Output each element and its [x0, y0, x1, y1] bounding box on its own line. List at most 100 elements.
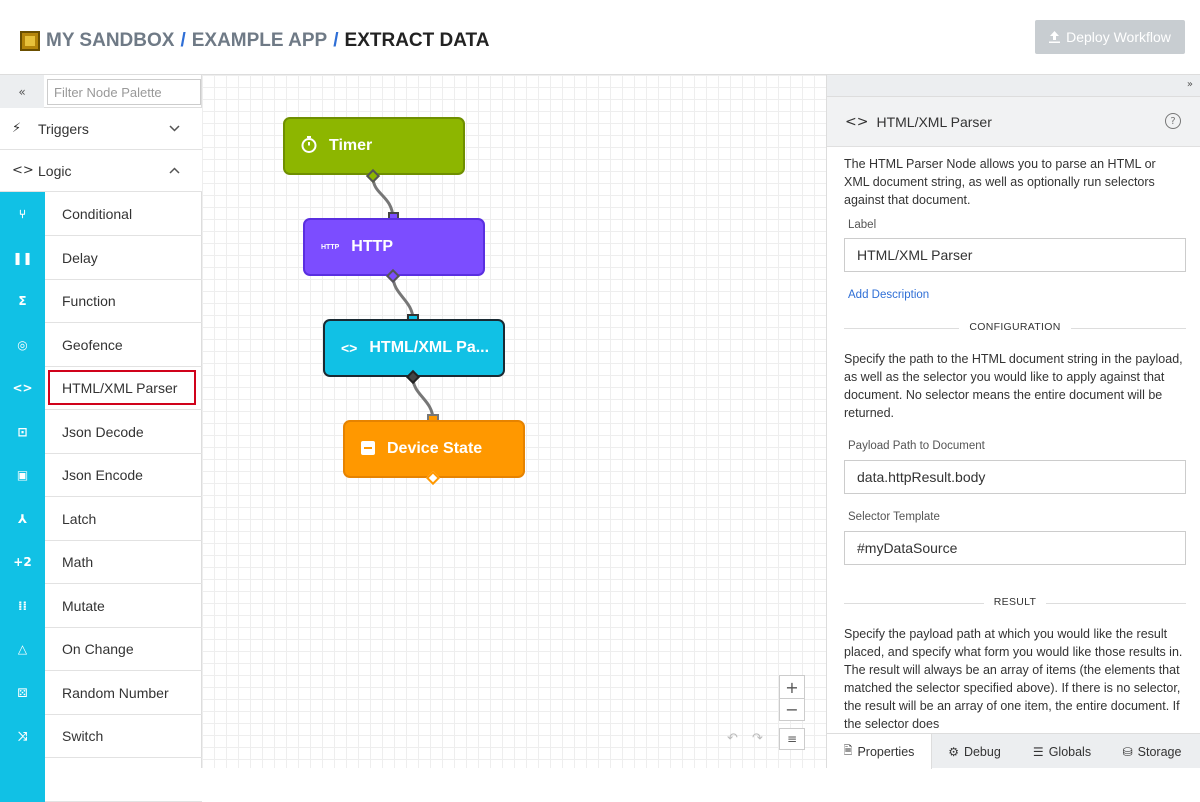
palette-item-label: On Change	[62, 641, 134, 657]
palette-item-partial	[0, 758, 202, 802]
palette-item-label: Json Encode	[62, 467, 143, 483]
chevron-down-icon	[169, 122, 180, 135]
payload-path-field[interactable]	[844, 460, 1186, 494]
double-chevron-left-icon: «	[18, 84, 26, 99]
crosshair-icon: ◎	[0, 323, 45, 367]
category-logic[interactable]: <> Logic	[0, 150, 202, 192]
breadcrumb-separator: /	[333, 30, 339, 51]
properties-panel: » <> HTML/XML Parser ? The HTML Parser N…	[826, 75, 1200, 769]
code-icon: <>	[0, 366, 45, 410]
undo-icon[interactable]: ↶	[727, 731, 738, 746]
workflow-node-label: HTTP	[351, 238, 394, 255]
result-text: Specify the payload path at which you wo…	[844, 627, 1183, 731]
redo-icon[interactable]: ↷	[752, 731, 763, 746]
palette-item-math[interactable]: +2 Math	[0, 540, 202, 584]
document-icon: 🗎	[843, 745, 853, 757]
breadcrumb-sandbox[interactable]: MY SANDBOX	[46, 30, 174, 51]
latch-icon: ⅄	[0, 497, 45, 541]
configuration-heading: CONFIGURATION	[959, 321, 1071, 333]
panel-toolbar: »	[827, 75, 1200, 97]
plus-two-icon: +2	[0, 540, 45, 584]
zoom-out-button[interactable]: −	[780, 698, 804, 720]
result-heading: RESULT	[983, 596, 1047, 608]
node-palette: « ⚡ Triggers <> Logic ⑂ Conditional ❚❚ D…	[0, 75, 202, 802]
palette-item-mutate[interactable]: ⁞⁞ Mutate	[0, 584, 202, 628]
code-icon: <>	[845, 113, 869, 130]
palette-item-label: Math	[62, 554, 94, 570]
selector-template-caption: Selector Template	[848, 511, 940, 523]
triangle-icon: △	[0, 627, 45, 671]
deploy-workflow-label: Deploy Workflow	[1066, 29, 1171, 45]
double-chevron-right-icon[interactable]: »	[1187, 79, 1193, 90]
category-triggers[interactable]: ⚡ Triggers	[0, 108, 202, 150]
breadcrumb: MY SANDBOX / EXAMPLE APP / EXTRACT DATA	[46, 30, 489, 52]
shuffle-icon: ⤨	[0, 714, 45, 758]
palette-item-json-decode[interactable]: ⊡ Json Decode	[0, 410, 202, 454]
palette-item-function[interactable]: Σ Function	[0, 279, 202, 323]
workflow-node-label: Device State	[387, 440, 483, 457]
category-label: Logic	[38, 162, 72, 179]
code-icon: <>	[12, 163, 34, 178]
filter-node-palette-input[interactable]	[47, 79, 201, 105]
code-icon: <>	[341, 340, 358, 356]
workflow-node-html-xml-parser[interactable]: <> HTML/XML Pa...	[323, 319, 505, 377]
palette-item-label: HTML/XML Parser	[62, 380, 178, 396]
breadcrumb-app[interactable]: EXAMPLE APP	[192, 30, 328, 51]
collapse-palette-button[interactable]: «	[0, 75, 44, 108]
dice-icon: ⚄	[0, 671, 45, 715]
label-caption: Label	[848, 219, 877, 231]
palette-item-label: Function	[62, 293, 116, 309]
tab-globals[interactable]: ☰ Globals	[1017, 734, 1107, 769]
workflow-node-timer[interactable]: Timer	[283, 117, 465, 175]
gear-icon: ⚙	[948, 744, 959, 759]
palette-item-json-encode[interactable]: ▣ Json Encode	[0, 453, 202, 497]
zoom-controls: + −	[779, 675, 805, 721]
zoom-in-button[interactable]: +	[780, 676, 804, 698]
palette-item-label: Json Decode	[62, 424, 144, 440]
configuration-divider: CONFIGURATION	[844, 321, 1186, 335]
breadcrumb-separator: /	[180, 30, 186, 51]
upload-icon	[1049, 31, 1061, 43]
selector-template-field[interactable]	[844, 531, 1186, 565]
database-icon: ⛁	[1122, 744, 1133, 759]
workflow-canvas[interactable]: Timer HTTP HTTP <> HTML/XML Pa... Device…	[202, 75, 826, 768]
palette-item-random-number[interactable]: ⚄ Random Number	[0, 671, 202, 715]
tab-label: Storage	[1137, 744, 1182, 759]
label-field[interactable]	[844, 238, 1186, 272]
palette-item-html-xml-parser[interactable]: <> HTML/XML Parser	[0, 366, 202, 410]
configuration-text: Specify the path to the HTML document st…	[844, 352, 1183, 420]
palette-item-label: Random Number	[62, 685, 169, 701]
palette-item-on-change[interactable]: △ On Change	[0, 627, 202, 671]
workflow-node-http[interactable]: HTTP HTTP	[303, 218, 485, 276]
workflow-node-label: HTML/XML Pa...	[369, 339, 490, 356]
tab-storage[interactable]: ⛁ Storage	[1107, 734, 1197, 769]
node-description: The HTML Parser Node allows you to parse…	[844, 157, 1156, 207]
breadcrumb-workflow: EXTRACT DATA	[344, 30, 490, 51]
palette-item-label: Delay	[62, 250, 98, 266]
partial-node-icon	[0, 758, 45, 802]
conditional-icon: ⑂	[0, 192, 45, 236]
palette-item-delay[interactable]: ❚❚ Delay	[0, 236, 202, 280]
tab-label: Debug	[963, 744, 1001, 759]
palette-item-switch[interactable]: ⤨ Switch	[0, 714, 202, 758]
payload-path-caption: Payload Path to Document	[848, 440, 985, 452]
app-logo	[20, 31, 40, 51]
workflow-node-label: Timer	[329, 137, 373, 154]
tab-debug[interactable]: ⚙ Debug	[932, 734, 1017, 769]
node-list-button[interactable]: ≡	[779, 728, 805, 750]
stopwatch-icon	[301, 136, 317, 156]
panel-header: <> HTML/XML Parser ?	[827, 97, 1200, 147]
pause-icon: ❚❚	[0, 236, 45, 280]
add-description-link[interactable]: Add Description	[848, 289, 929, 301]
help-icon[interactable]: ?	[1165, 113, 1181, 129]
panel-tabs: 🗎 Properties ⚙ Debug ☰ Globals ⛁ Storage	[827, 733, 1200, 769]
palette-item-geofence[interactable]: ◎ Geofence	[0, 323, 202, 367]
palette-item-label: Conditional	[62, 206, 133, 222]
bolt-icon: ⚡	[12, 121, 22, 136]
palette-item-latch[interactable]: ⅄ Latch	[0, 497, 202, 541]
tab-properties[interactable]: 🗎 Properties	[827, 734, 932, 769]
sigma-icon: Σ	[0, 279, 45, 323]
deploy-workflow-button[interactable]: Deploy Workflow	[1035, 20, 1185, 54]
workflow-node-device-state[interactable]: Device State	[343, 420, 525, 478]
palette-item-conditional[interactable]: ⑂ Conditional	[0, 192, 202, 236]
